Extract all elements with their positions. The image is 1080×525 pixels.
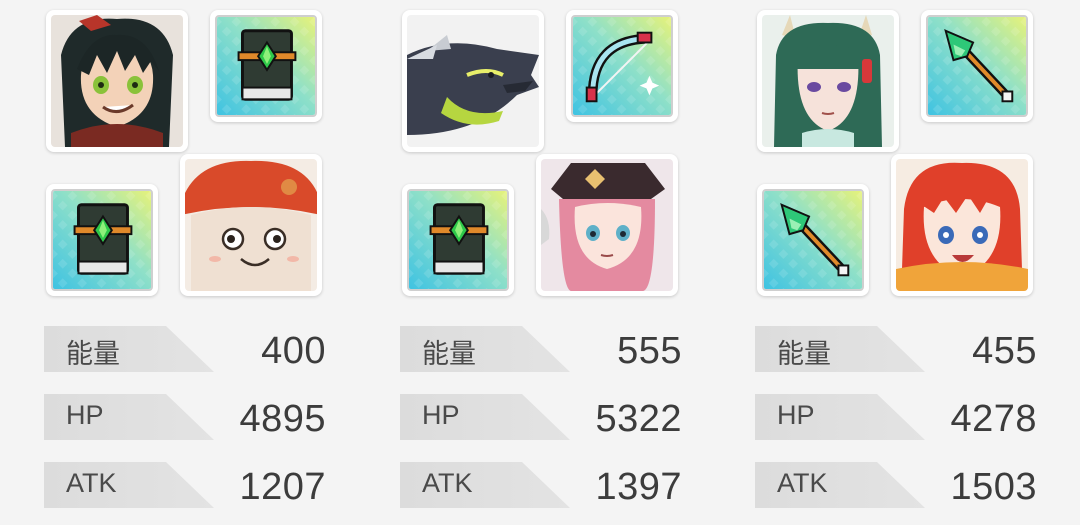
team-2: 能量 555 HP 5322 ATK 1397 xyxy=(400,0,700,525)
equipment-slot-1[interactable] xyxy=(210,10,322,122)
hero-portrait-slot-1[interactable] xyxy=(757,10,899,152)
atk-label: ATK xyxy=(777,468,828,498)
atk-stat-row: ATK 1397 xyxy=(400,462,682,510)
atk-stat-row: ATK 1207 xyxy=(44,462,326,510)
atk-label: ATK xyxy=(422,468,473,498)
hp-stat-row: HP 4895 xyxy=(44,394,326,442)
atk-value: 1397 xyxy=(595,466,682,508)
hero-portrait-slot-1[interactable] xyxy=(402,10,544,152)
equipment-slot-2[interactable] xyxy=(402,184,514,296)
atk-label: ATK xyxy=(66,468,117,498)
green-gem-book-icon xyxy=(51,189,153,291)
hero-portrait-slot-2[interactable] xyxy=(180,154,322,296)
hp-label: HP xyxy=(422,400,460,430)
atk-stat-row: ATK 1503 xyxy=(755,462,1037,510)
crystal-bow-icon xyxy=(571,15,673,117)
equipment-slot-1[interactable] xyxy=(921,10,1033,122)
energy-stat-row: 能量 555 xyxy=(400,326,682,374)
jade-spear-icon xyxy=(762,189,864,291)
energy-label: 能量 xyxy=(422,339,476,369)
hp-value: 5322 xyxy=(595,398,682,440)
dark-dragon-portrait xyxy=(407,15,539,147)
hp-stat-row: HP 5322 xyxy=(400,394,682,442)
team-1: 能量 400 HP 4895 ATK 1207 xyxy=(44,0,344,525)
equipment-slot-1[interactable] xyxy=(566,10,678,122)
energy-label: 能量 xyxy=(66,339,120,369)
equipment-slot-2[interactable] xyxy=(757,184,869,296)
equipment-slot-2[interactable] xyxy=(46,184,158,296)
hp-value: 4278 xyxy=(950,398,1037,440)
green-gem-book-icon xyxy=(215,15,317,117)
mushroom-creature-portrait xyxy=(185,159,317,291)
energy-value: 455 xyxy=(972,330,1037,372)
hero-portrait-slot-1[interactable] xyxy=(46,10,188,152)
energy-label: 能量 xyxy=(777,339,831,369)
energy-value: 400 xyxy=(261,330,326,372)
hero-portrait-slot-2[interactable] xyxy=(891,154,1033,296)
green-gem-book-icon xyxy=(407,189,509,291)
energy-stat-row: 能量 455 xyxy=(755,326,1037,374)
atk-value: 1207 xyxy=(239,466,326,508)
red-hair-girl-portrait xyxy=(896,159,1028,291)
energy-value: 555 xyxy=(617,330,682,372)
hp-label: HP xyxy=(66,400,104,430)
hp-stat-row: HP 4278 xyxy=(755,394,1037,442)
jade-spear-icon xyxy=(926,15,1028,117)
energy-stat-row: 能量 400 xyxy=(44,326,326,374)
horned-green-hair-woman-portrait xyxy=(762,15,894,147)
atk-value: 1503 xyxy=(950,466,1037,508)
hero-portrait-slot-2[interactable] xyxy=(536,154,678,296)
boy-hero-green-eyes-portrait xyxy=(51,15,183,147)
team-3: 能量 455 HP 4278 ATK 1503 xyxy=(755,0,1055,525)
pink-hair-captain-girl-portrait xyxy=(541,159,673,291)
hp-label: HP xyxy=(777,400,815,430)
hp-value: 4895 xyxy=(239,398,326,440)
